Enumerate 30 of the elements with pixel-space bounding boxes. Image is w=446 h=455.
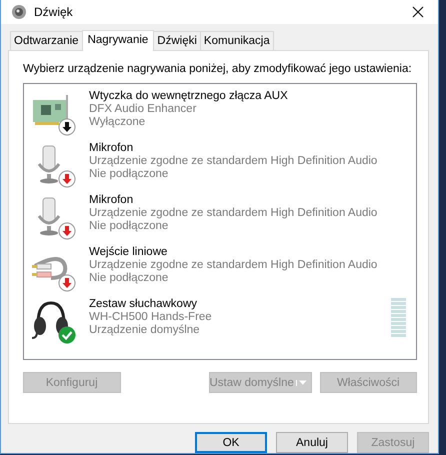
device-status: Urządzenie domyślne [89, 324, 201, 337]
device-name: Mikrofon [89, 194, 134, 207]
tab[interactable]: Odtwarzanie [10, 31, 83, 50]
device-description: DFX Audio Enhancer [89, 103, 198, 116]
dialog-button[interactable]: Anuluj [276, 432, 348, 453]
tab[interactable]: Nagrywanie [82, 30, 154, 51]
window-title: Dźwięk [34, 5, 74, 19]
down-arrow-badge-icon [58, 222, 76, 240]
down-arrow-badge-icon [58, 118, 76, 136]
device-description: Urządzenie zgodne ze standardem High Definition Audio [89, 259, 378, 272]
device-status: Nie podłączone [89, 220, 170, 233]
device-status: Nie podłączone [89, 272, 170, 285]
check-badge-icon [58, 326, 76, 344]
down-arrow-badge-icon [58, 170, 76, 188]
device-description: WH-CH500 Hands-Free [89, 311, 212, 324]
instruction-text: Wybierz urządzenie nagrywania poniżej, aby zmodyfikować jego ustawienia: [23, 63, 413, 75]
device-status: Nie podłączone [89, 168, 170, 181]
device-name: Wejście liniowe [89, 246, 168, 259]
device-description: Urządzenie zgodne ze standardem High Definition Audio [89, 155, 378, 168]
tab[interactable]: Komunikacja [200, 31, 274, 50]
down-arrow-badge-icon [58, 274, 76, 292]
device-description: Urządzenie zgodne ze standardem High Definition Audio [89, 207, 378, 220]
speaker-icon [11, 4, 27, 20]
device-name: Wtyczka do wewnętrznego złącza AUX [89, 90, 288, 103]
level-meter-drawing [391, 298, 406, 337]
close-icon[interactable] [412, 6, 424, 18]
device-name: Zestaw słuchawkowy [89, 298, 198, 311]
device-status: Wyłączone [89, 116, 146, 129]
dialog-button[interactable]: OK [195, 432, 267, 453]
device-name: Mikrofon [89, 142, 134, 155]
